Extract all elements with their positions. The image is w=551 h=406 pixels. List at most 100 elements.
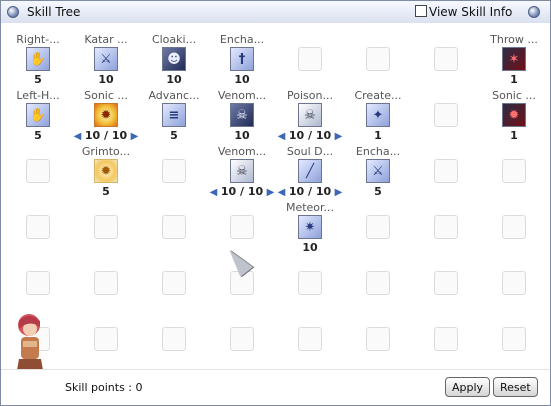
minimize-icon[interactable] [528,6,540,18]
venom-splasher-icon[interactable]: ☠ [230,159,254,183]
create-deadly-poison-icon[interactable]: ✦ [366,103,390,127]
katar-mastery-icon[interactable]: ⚔ [94,47,118,71]
empty-skill-slot [434,47,458,71]
throw-venom-knife-icon[interactable]: ✶ [502,47,526,71]
footer-bar: Skill points : 0 Apply Reset [1,369,550,405]
empty-skill-slot [434,103,458,127]
skill-cell: Encha... ⚔ 5 [344,145,412,205]
right-hand-mastery-icon[interactable]: ✋ [26,47,50,71]
skill-cell: Venom... ☠ 10 [208,89,276,149]
skill-cell: Katar ... ⚔ 10 [72,33,140,93]
empty-skill-slot [502,215,526,239]
empty-skill-slot [502,271,526,295]
empty-skill-slot [162,159,186,183]
skill-level: 10 [234,129,250,142]
enchant-deadly-poison-icon[interactable]: ⚔ [366,159,390,183]
skill-cell: Poison... ☠ ◀ 10 / 10 ▶ [276,89,344,149]
skill-level: 5 [170,129,178,142]
skill-cell: Throw ... ✶ 1 [480,33,548,93]
level-decrease-icon[interactable]: ◀ [210,187,221,198]
view-skill-info-label: View Skill Info [429,5,513,19]
skill-name: Venom... [217,145,267,158]
skill-cell: Encha... † 10 [208,33,276,93]
skill-level: ◀ 10 / 10 ▶ [276,185,344,198]
skill-cell: Sonic ... ✹ 1 [480,89,548,149]
empty-skill-slot [298,327,322,351]
level-increase-icon[interactable]: ▶ [127,131,139,142]
empty-skill-slot [26,215,50,239]
empty-skill-slot [94,271,118,295]
skill-name: Meteor... [285,201,335,214]
empty-skill-slot [434,215,458,239]
skill-name: Create... [354,89,402,102]
view-skill-info-checkbox[interactable]: View Skill Info [415,5,512,19]
level-decrease-icon[interactable]: ◀ [278,131,289,142]
skill-name: Katar ... [84,33,128,46]
skill-cell: Venom... ☠ ◀ 10 / 10 ▶ [208,145,276,205]
skill-level: 1 [374,129,382,142]
level-increase-icon[interactable]: ▶ [263,187,275,198]
empty-skill-slot [230,327,254,351]
skill-name: Right-... [16,33,60,46]
skill-cell: Meteor... ✷ 10 [276,201,344,261]
sonic-acceleration-icon[interactable]: ✹ [502,103,526,127]
skill-level: ◀ 10 / 10 ▶ [72,129,140,142]
sonic-blow-icon[interactable]: ✹ [94,103,118,127]
grimtooth-icon[interactable]: ✹ [94,159,118,183]
empty-skill-slot [366,215,390,239]
empty-skill-slot [26,159,50,183]
empty-skill-slot [162,215,186,239]
skill-cell: Cloaki... ☻ 10 [140,33,208,93]
skill-name: Soul D... [286,145,334,158]
enchant-poison-icon[interactable]: † [230,47,254,71]
window-menu-icon[interactable] [7,6,19,18]
skill-cell: Sonic ... ✹ ◀ 10 / 10 ▶ [72,89,140,149]
empty-skill-slot [162,271,186,295]
left-hand-mastery-icon[interactable]: ✋ [26,103,50,127]
skill-tree-window: Skill Tree View Skill Info Right-... ✋ 5 Ka… [0,0,551,406]
empty-skill-slot [434,327,458,351]
title-bar[interactable]: Skill Tree View Skill Info [1,1,550,24]
skill-level: 1 [510,129,518,142]
skill-name: Advanc... [148,89,200,102]
empty-skill-slot [434,159,458,183]
skill-name: Grimto... [81,145,131,158]
skill-level: 5 [374,185,382,198]
skill-level: 1 [510,73,518,86]
skill-grid: Right-... ✋ 5 Katar ... ⚔ 10 Cloaki... ☻ 10 Encha… [1,23,550,369]
skill-level: 5 [34,73,42,86]
skill-name: Throw ... [490,33,538,46]
skill-level: ◀ 10 / 10 ▶ [276,129,344,142]
cloaking-icon[interactable]: ☻ [162,47,186,71]
skill-name: Poison... [287,89,333,102]
skill-level: 5 [102,185,110,198]
skill-level: 5 [34,129,42,142]
empty-skill-slot [94,215,118,239]
soul-destroyer-icon[interactable]: ╱ [298,159,322,183]
skill-name: Sonic ... [84,89,128,102]
venom-dust-icon[interactable]: ☠ [230,103,254,127]
reset-button[interactable]: Reset [493,377,538,397]
advanced-katar-mastery-icon[interactable]: ≡ [162,103,186,127]
skill-cell: Right-... ✋ 5 [4,33,72,93]
skill-level-value: 10 / 10 [220,185,264,198]
level-increase-icon[interactable]: ▶ [331,131,343,142]
window-title: Skill Tree [27,5,81,19]
level-increase-icon[interactable]: ▶ [331,187,343,198]
skill-level: ◀ 10 / 10 ▶ [208,185,276,198]
skill-points-label: Skill points : 0 [65,381,143,394]
empty-skill-slot [94,327,118,351]
skill-cell: Create... ✦ 1 [344,89,412,149]
level-decrease-icon[interactable]: ◀ [74,131,85,142]
skill-cell: Advanc... ≡ 5 [140,89,208,149]
skill-level-value: 10 / 10 [288,185,332,198]
skill-name: Sonic ... [492,89,536,102]
apply-button[interactable]: Apply [445,377,491,397]
empty-skill-slot [298,271,322,295]
meteor-assault-icon[interactable]: ✷ [298,215,322,239]
skill-level: 10 [234,73,250,86]
poison-react-icon[interactable]: ☠ [298,103,322,127]
skill-level: 10 [302,241,318,254]
level-decrease-icon[interactable]: ◀ [278,187,289,198]
checkbox-icon[interactable] [415,5,427,17]
